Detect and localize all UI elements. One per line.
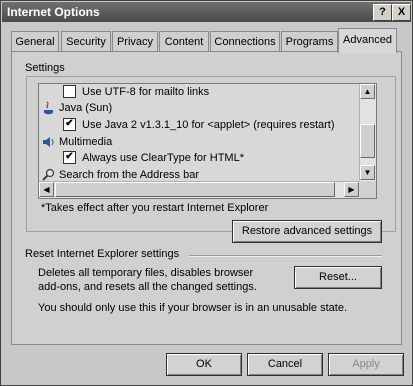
category-label: Multimedia [59, 136, 113, 148]
setting-label: Always use ClearType for HTML* [82, 152, 244, 164]
tab-advanced[interactable]: Advanced [338, 28, 397, 53]
category-label: Java (Sun) [59, 102, 113, 114]
setting-label: Use UTF-8 for mailto links [82, 86, 210, 98]
close-button[interactable]: X [392, 4, 411, 21]
scroll-right-button[interactable]: ▶ [344, 182, 359, 197]
category-multimedia: Multimedia [41, 134, 112, 151]
reset-heading: Reset Internet Explorer settings [25, 248, 180, 260]
vertical-scroll-thumb[interactable] [360, 124, 375, 158]
checkbox[interactable] [63, 84, 76, 98]
java-icon [41, 101, 57, 115]
category-java: Java (Sun) [41, 100, 112, 117]
tab-content[interactable]: Content [159, 31, 209, 52]
setting-utf8-mailto[interactable]: Use UTF-8 for mailto links [63, 84, 209, 101]
help-button[interactable]: ? [373, 4, 392, 21]
window-title: Internet Options [7, 5, 100, 19]
settings-list[interactable]: Use UTF-8 for mailto links Java (Sun) ✔ U… [38, 83, 377, 199]
scroll-up-button[interactable]: ▲ [360, 84, 375, 99]
apply-button[interactable]: Apply [328, 353, 404, 376]
setting-java2-applet[interactable]: ✔ Use Java 2 v1.3.1_10 for <applet> (requ… [63, 117, 335, 134]
setting-label: Use Java 2 v1.3.1_10 for <applet> (requi… [82, 119, 335, 131]
tab-connections[interactable]: Connections [210, 31, 280, 52]
reset-description-line1: Deletes all temporary files, disables br… [38, 267, 254, 279]
tab-privacy[interactable]: Privacy [112, 31, 158, 52]
setting-cleartype[interactable]: ✔ Always use ClearType for HTML* [63, 150, 244, 167]
vertical-scrollbar[interactable]: ▲ ▼ [359, 84, 376, 181]
reset-divider [189, 255, 382, 257]
tab-general[interactable]: General [11, 31, 59, 52]
search-icon [41, 168, 57, 182]
horizontal-scroll-thumb[interactable] [55, 182, 335, 197]
scroll-left-button[interactable]: ◀ [39, 182, 54, 197]
checkbox-checked[interactable]: ✔ [63, 117, 76, 131]
checkbox-checked[interactable]: ✔ [63, 150, 76, 164]
restart-note: *Takes effect after you restart Internet… [41, 202, 269, 214]
ok-button[interactable]: OK [166, 353, 242, 376]
multimedia-icon [41, 135, 57, 149]
cancel-button[interactable]: Cancel [247, 353, 323, 376]
reset-warning: You should only use this if your browser… [38, 302, 347, 314]
settings-group-label: Settings [23, 62, 67, 74]
horizontal-scrollbar[interactable]: ◀ ▶ [39, 181, 359, 198]
tab-security[interactable]: Security [61, 31, 111, 52]
title-bar[interactable]: Internet Options ? X [2, 2, 411, 22]
internet-options-window: Internet Options ? X General Security Pr… [0, 0, 413, 386]
reset-description-line2: add-ons, and resets all the changed sett… [38, 281, 257, 293]
scrollbar-corner [360, 182, 376, 198]
restore-advanced-settings-button[interactable]: Restore advanced settings [232, 220, 382, 243]
category-label: Search from the Address bar [59, 169, 200, 181]
scroll-down-button[interactable]: ▼ [360, 165, 375, 180]
tab-programs[interactable]: Programs [281, 31, 338, 52]
reset-button[interactable]: Reset... [294, 266, 382, 289]
